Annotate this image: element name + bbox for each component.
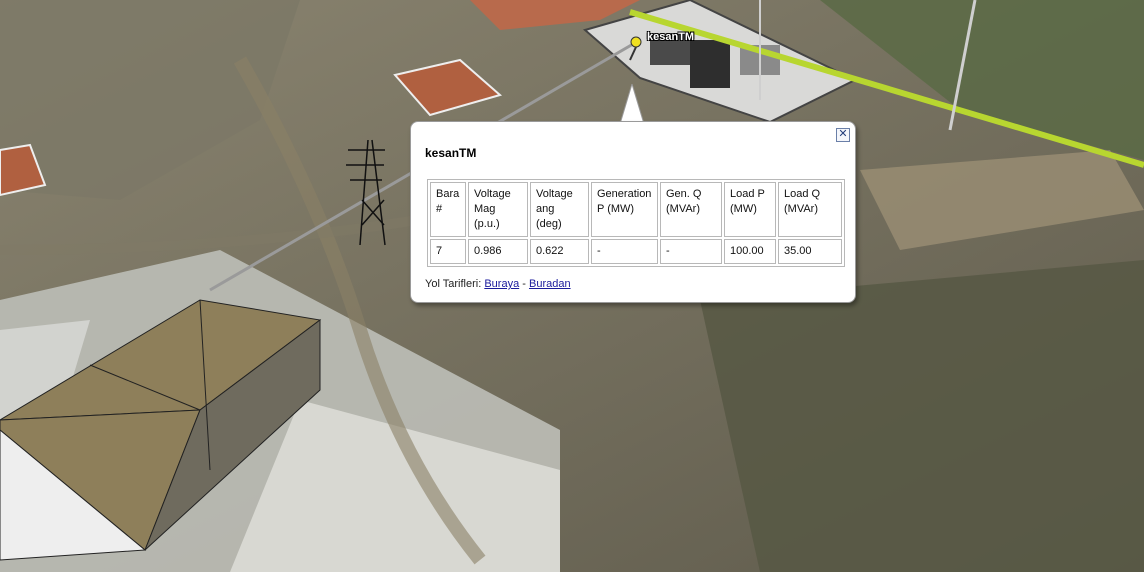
bus-data-table: Bara # Voltage Mag (p.u.) Voltage ang (d… — [427, 179, 845, 267]
balloon-tail — [619, 84, 645, 124]
directions-from-here-link[interactable]: Buradan — [529, 278, 571, 290]
directions-label: Yol Tarifleri: — [425, 278, 482, 290]
column-header: Load P (MW) — [724, 182, 776, 237]
table-cell: 0.622 — [530, 239, 589, 264]
column-header: Generation P (MW) — [591, 182, 658, 237]
directions-to-here-link[interactable]: Buraya — [484, 278, 519, 290]
column-header: Load Q (MVAr) — [778, 182, 842, 237]
table-cell: - — [591, 239, 658, 264]
table-cell: 100.00 — [724, 239, 776, 264]
directions: Yol Tarifleri: Buraya - Buradan — [425, 278, 571, 290]
table-cell: - — [660, 239, 722, 264]
column-header: Voltage ang (deg) — [530, 182, 589, 237]
balloon-title: kesanTM — [425, 146, 477, 160]
table-cell: 35.00 — [778, 239, 842, 264]
column-header: Voltage Mag (p.u.) — [468, 182, 528, 237]
table-cell: 7 — [430, 239, 466, 264]
column-header: Gen. Q (MVAr) — [660, 182, 722, 237]
placemark-label[interactable]: kesanTM — [647, 31, 694, 43]
table-cell: 0.986 — [468, 239, 528, 264]
table-header-row: Bara # Voltage Mag (p.u.) Voltage ang (d… — [430, 182, 842, 237]
column-header: Bara # — [430, 182, 466, 237]
close-icon[interactable]: ✕ — [836, 128, 850, 142]
info-balloon: ✕ kesanTM Bara # Voltage Mag (p.u.) Volt… — [410, 121, 856, 303]
table-row: 7 0.986 0.622 - - 100.00 35.00 — [430, 239, 842, 264]
directions-separator: - — [522, 278, 526, 290]
